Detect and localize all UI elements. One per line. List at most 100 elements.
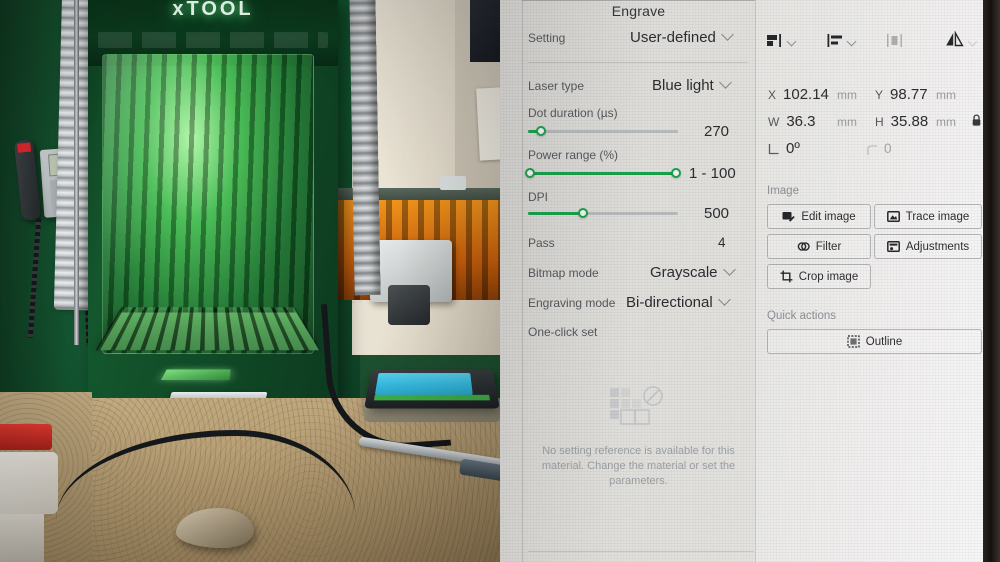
one-click-set-button[interactable]: One-click set — [528, 325, 597, 339]
control-tablet — [364, 369, 500, 409]
bed-slats — [95, 307, 321, 351]
x-unit-row: mm — [837, 88, 857, 102]
power-range-slider-fill — [528, 172, 678, 175]
flip-chevron-down-icon[interactable] — [967, 36, 978, 47]
crop-image-icon — [780, 270, 793, 283]
trace-image-button[interactable]: Trace image — [874, 204, 982, 229]
laser-type-label: Laser type — [528, 79, 585, 93]
y-label: Y — [875, 87, 884, 102]
x-unit: mm — [837, 88, 857, 102]
dot-duration-slider-knob[interactable] — [536, 126, 546, 136]
workshop-photo: xTOOL — [0, 0, 500, 562]
tab-engrave[interactable]: Engrave — [522, 0, 755, 22]
xtool-laser-machine: xTOOL — [88, 0, 338, 464]
edit-image-label: Edit image — [801, 210, 856, 223]
y-field[interactable]: Y 98.77 — [875, 86, 928, 103]
h-label: H — [875, 114, 884, 129]
edit-image-button[interactable]: Edit image — [767, 204, 871, 229]
bitmap-mode-dropdown[interactable]: Grayscale — [650, 263, 736, 281]
y-unit: mm — [936, 88, 956, 102]
equipment-small-box — [440, 176, 466, 190]
align-left-icon[interactable] — [826, 32, 843, 49]
dpi-label-row: DPI — [528, 190, 548, 204]
adjustments-button[interactable]: Adjustments — [874, 234, 982, 259]
flip-icon[interactable] — [945, 30, 964, 48]
dot-duration-value-row[interactable]: 270 — [704, 123, 729, 140]
w-unit-row: mm — [837, 115, 857, 129]
outline-icon — [847, 335, 860, 348]
dot-duration-slider-track[interactable] — [528, 130, 678, 133]
setting-value: User-defined — [630, 29, 716, 46]
x-value: 102.14 — [783, 86, 829, 103]
laser-type-dropdown[interactable]: Blue light — [652, 76, 732, 94]
corner-radius-value: 0 — [884, 141, 892, 156]
setting-label: Setting — [528, 31, 566, 45]
metal-rod — [74, 0, 79, 345]
filter-icon — [797, 242, 810, 251]
h-unit: mm — [936, 115, 956, 129]
image-section-title-row: Image — [767, 185, 799, 197]
bitmap-mode-label: Bitmap mode — [528, 266, 599, 280]
xtool-software-panel: Engrave Setting User-defined Laser type … — [500, 0, 983, 562]
dpi-value: 500 — [704, 205, 730, 222]
w-unit: mm — [837, 115, 857, 129]
engrave-settings-column: Engrave Setting User-defined Laser type … — [500, 0, 755, 562]
setting-label-row: Setting — [528, 31, 565, 45]
no-reference-icon — [606, 386, 672, 434]
power-range-slider-knob-low[interactable] — [525, 168, 535, 178]
x-label: X — [768, 87, 777, 102]
laser-type-label-row: Laser type — [528, 79, 584, 93]
corner-radius-field[interactable]: 0 — [884, 141, 892, 156]
red-object — [0, 424, 52, 450]
w-value: 36.3 — [786, 113, 816, 130]
w-field[interactable]: W 36.3 — [768, 113, 816, 130]
w-label: W — [768, 114, 780, 129]
rotation-field[interactable]: 0º — [786, 140, 800, 157]
dpi-label: DPI — [528, 190, 549, 204]
trace-image-icon — [886, 211, 900, 222]
adjustments-label: Adjustments — [905, 240, 970, 253]
design-column: Design — [755, 0, 983, 562]
paper-note — [476, 87, 500, 161]
engraving-mode-dropdown[interactable]: Bi-directional — [626, 293, 731, 311]
dot-duration-label-row: Dot duration (µs) — [528, 106, 618, 120]
image-section-title: Image — [767, 185, 799, 197]
pass-label: Pass — [528, 236, 555, 250]
engraving-mode-label-row: Engraving mode — [528, 296, 615, 310]
dpi-slider-fill — [528, 212, 584, 215]
workpiece — [160, 369, 231, 380]
chevron-down-icon — [722, 263, 736, 276]
crop-image-button[interactable]: Crop image — [767, 264, 871, 289]
power-range-value-row[interactable]: 1 - 100 — [689, 165, 736, 182]
dpi-slider-knob[interactable] — [578, 208, 588, 218]
filter-label: Filter — [815, 240, 842, 253]
laser-type-value: Blue light — [652, 77, 714, 94]
h-value: 35.88 — [890, 113, 929, 130]
empty-state-line-1: No setting reference is available for — [542, 445, 715, 457]
pass-value-row[interactable]: 4 — [718, 235, 726, 250]
settings-divider — [528, 62, 748, 63]
y-value: 98.77 — [890, 86, 928, 103]
adjustments-icon — [886, 241, 900, 252]
rotation-value: 0º — [786, 140, 800, 157]
lock-aspect-ratio-icon[interactable] — [971, 114, 982, 127]
power-range-label: Power range (%) — [528, 148, 619, 162]
align-object-icon[interactable] — [766, 32, 783, 49]
x-field[interactable]: X 102.14 — [768, 86, 829, 103]
outline-label: Outline — [865, 335, 903, 348]
bitmap-mode-label-row: Bitmap mode — [528, 266, 599, 280]
white-object — [0, 452, 58, 514]
distribute-icon — [886, 32, 903, 49]
filter-button[interactable]: Filter — [767, 234, 871, 259]
bitmap-mode-value: Grayscale — [650, 264, 718, 281]
align-object-chevron-down-icon[interactable] — [786, 36, 797, 47]
h-field[interactable]: H 35.88 — [875, 113, 928, 130]
dpi-value-row[interactable]: 500 — [704, 205, 729, 222]
outline-button[interactable]: Outline — [767, 329, 982, 354]
rotation-angle-icon — [768, 142, 780, 155]
dot-duration-label: Dot duration (µs) — [528, 106, 618, 120]
setting-dropdown[interactable]: User-defined — [630, 28, 734, 46]
engraving-mode-value: Bi-directional — [626, 294, 713, 311]
align-left-chevron-down-icon[interactable] — [846, 36, 857, 47]
power-range-slider-knob-high[interactable] — [671, 168, 681, 178]
